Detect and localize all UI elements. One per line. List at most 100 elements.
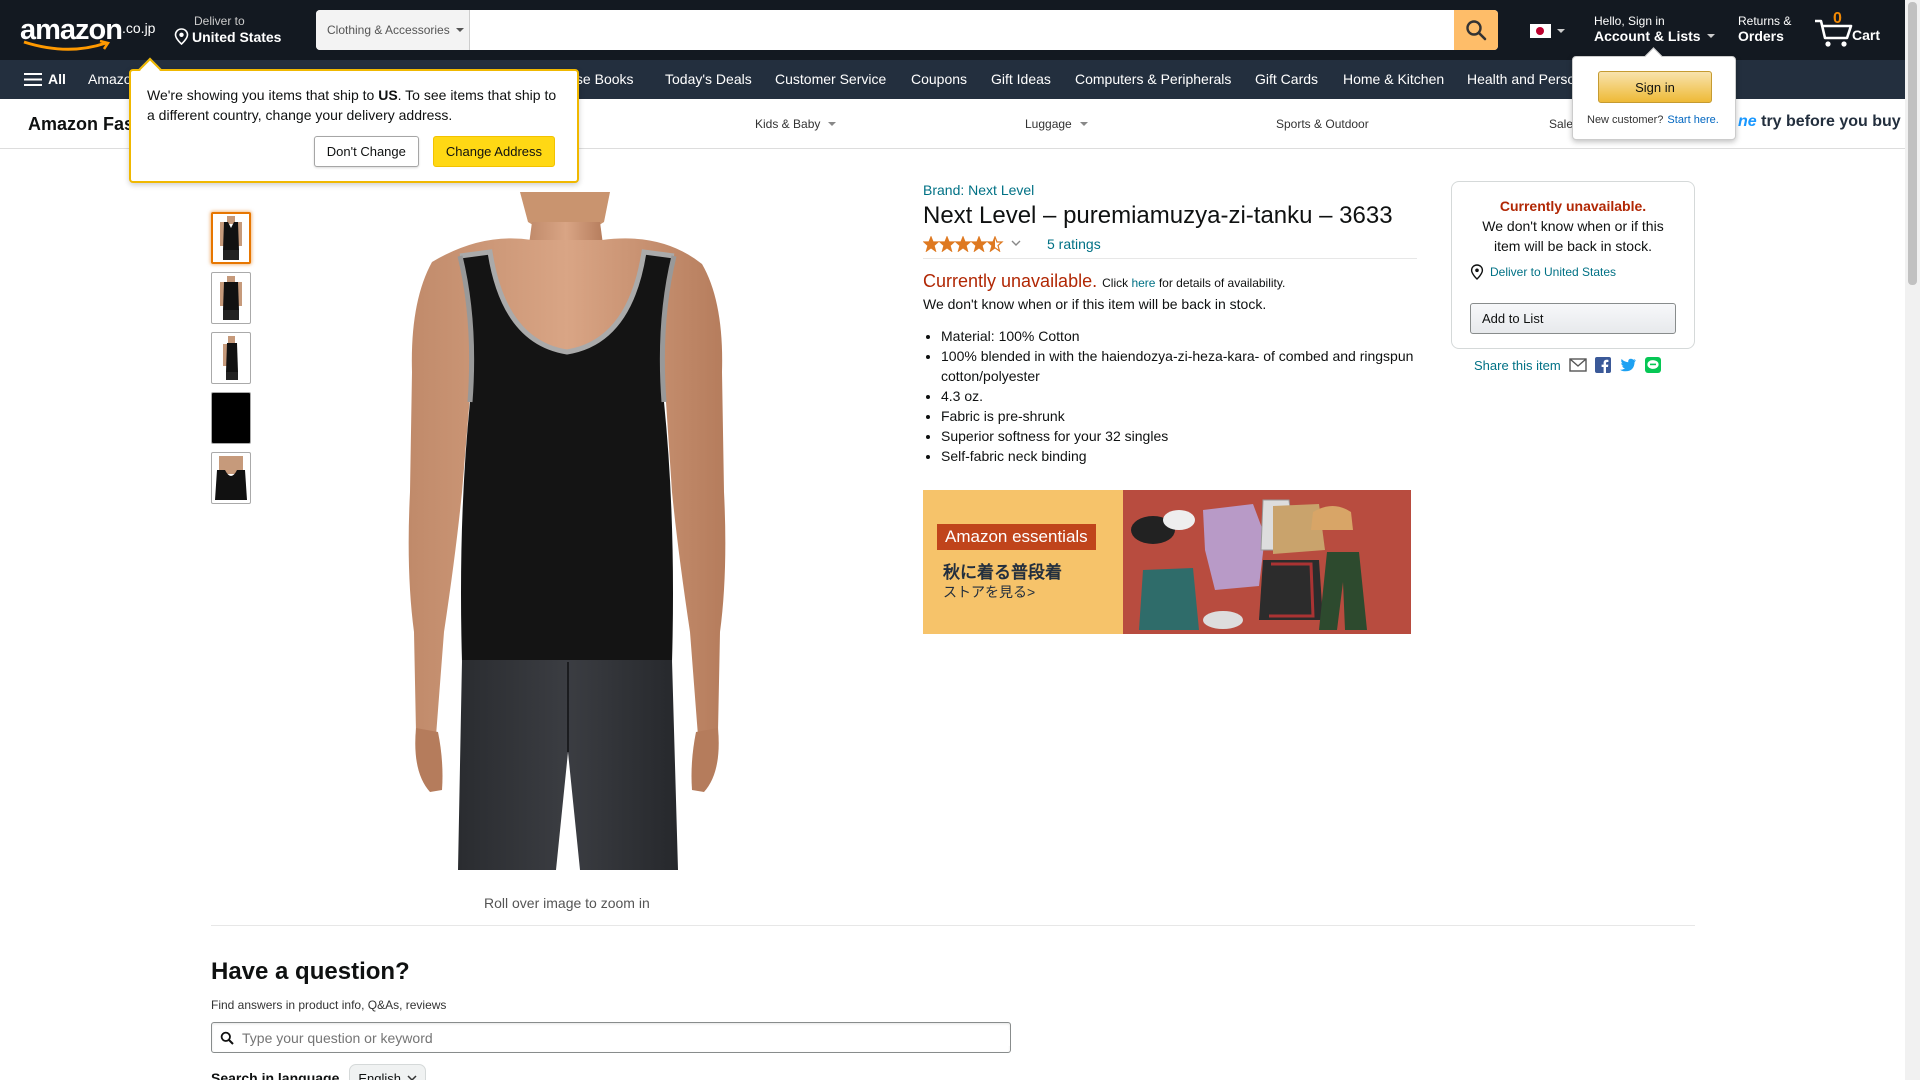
banner-line1: 秋に着る普段着	[943, 563, 1062, 582]
feature-bullet: 100% blended in with the haiendozya-zi-h…	[941, 346, 1417, 386]
store-category-kids-baby[interactable]: Kids & Baby	[755, 117, 837, 131]
buy-box: Currently unavailable. We don't know whe…	[1451, 181, 1695, 349]
buybox-note: We don't know when or if this item will …	[1482, 218, 1664, 254]
new-customer-label: New customer?	[1587, 114, 1664, 126]
brand-link[interactable]: Brand: Next Level	[923, 182, 1417, 198]
twitter-icon[interactable]	[1619, 358, 1637, 373]
subnav-item-gift-ideas[interactable]: Gift Ideas	[991, 71, 1051, 87]
chevron-down-icon	[1557, 29, 1565, 33]
share-row: Share this item	[1474, 357, 1661, 373]
prime-prefix: ne	[1738, 113, 1757, 130]
chevron-down-icon	[1011, 240, 1021, 246]
sign-in-button[interactable]: Sign in	[1598, 71, 1712, 103]
start-here-link[interactable]: Start here.	[1667, 114, 1718, 126]
all-menu-button[interactable]: All	[24, 71, 66, 87]
orders-label: Orders	[1738, 28, 1784, 44]
returns-and-orders[interactable]: Returns & Orders	[1738, 14, 1791, 44]
new-customer-row: New customer? Start here.	[1587, 114, 1719, 126]
thumbnail-5[interactable]	[211, 452, 251, 504]
dont-change-button[interactable]: Don't Change	[313, 136, 419, 167]
search-language-label: Search in language	[211, 1070, 340, 1080]
facebook-icon[interactable]	[1594, 357, 1611, 373]
feature-bullet: Fabric is pre-shrunk	[941, 406, 1417, 426]
subnav-item-gift-cards[interactable]: Gift Cards	[1255, 71, 1318, 87]
feature-bullet: 4.3 oz.	[941, 386, 1417, 406]
subnav-item-computers[interactable]: Computers & Peripherals	[1075, 71, 1231, 87]
search-icon	[220, 1031, 234, 1045]
top-navigation-bar: amazon .co.jp Deliver to United States C…	[0, 0, 1920, 60]
tank-top-detail-thumbnail-icon	[215, 456, 247, 500]
prime-try-before-you-buy[interactable]: ne try before you buy	[1738, 113, 1901, 131]
availability-note: We don't know when or if this item will …	[923, 296, 1267, 312]
category-label: Luggage	[1025, 117, 1072, 131]
shipping-notice-popover: We're showing you items that ship to US.…	[129, 69, 579, 183]
all-menu-label: All	[48, 71, 66, 87]
email-icon[interactable]	[1569, 358, 1587, 372]
account-and-lists[interactable]: Hello, Sign in Account & Lists	[1594, 14, 1715, 44]
msg-country: US	[378, 87, 398, 103]
prime-text: try before you buy	[1761, 113, 1901, 130]
question-search-box	[211, 1022, 1011, 1053]
thumbnail-4[interactable]	[211, 392, 251, 444]
search-input[interactable]	[470, 10, 1454, 50]
details-text: for details of availability.	[1158, 276, 1286, 290]
change-address-button[interactable]: Change Address	[432, 136, 555, 167]
sign-in-popover: Sign in New customer? Start here.	[1572, 56, 1736, 140]
account-greeting: Hello, Sign in	[1594, 14, 1665, 28]
page-scrollbar[interactable]	[1905, 0, 1920, 1080]
product-title: Next Level – puremiamuzya-zi-tanku – 363…	[923, 202, 1393, 229]
click-text: Click	[1102, 276, 1129, 290]
availability-status: Currently unavailable. Click here for de…	[923, 271, 1417, 292]
deliver-to-location[interactable]: Deliver to United States	[174, 14, 281, 45]
thumbnail-2[interactable]	[211, 272, 251, 324]
subnav-item-home-kitchen[interactable]: Home & Kitchen	[1343, 71, 1444, 87]
here-link[interactable]: here	[1131, 276, 1155, 290]
chevron-down-icon	[1706, 34, 1715, 38]
tank-top-back-thumbnail-icon	[220, 276, 242, 320]
buybox-deliver-label: Deliver to United States	[1490, 265, 1617, 279]
question-subtitle: Find answers in product info, Q&As, revi…	[211, 998, 447, 1012]
search-bar: Clothing & Accessories	[316, 10, 1498, 50]
ratings-count-link[interactable]: 5 ratings	[1047, 236, 1101, 252]
clothing-collage-image	[1123, 490, 1411, 634]
account-row: Account & Lists	[1594, 28, 1715, 44]
deliver-label: Deliver to	[194, 14, 245, 28]
line-app-icon[interactable]	[1644, 357, 1661, 373]
chevron-down-icon	[455, 28, 464, 32]
amazon-essentials-banner[interactable]: Amazon essentials 秋に着る普段着 ストアを見る>	[923, 490, 1411, 634]
chevron-down-icon	[828, 122, 837, 126]
thumbnail-3[interactable]	[211, 332, 251, 384]
add-to-list-button[interactable]: Add to List	[1470, 303, 1676, 334]
fabric-swatch-icon	[212, 398, 250, 438]
subnav-item-coupons[interactable]: Coupons	[911, 71, 967, 87]
subnav-item-customer-service[interactable]: Customer Service	[775, 71, 886, 87]
scrollbar-thumb[interactable]	[1908, 2, 1917, 285]
chevron-down-icon	[407, 1075, 417, 1080]
search-button[interactable]	[1454, 10, 1498, 50]
buybox-unavailable: Currently unavailable.	[1499, 198, 1647, 214]
thumbnail-1[interactable]	[211, 212, 251, 264]
subnav-item-todays-deals[interactable]: Today's Deals	[665, 71, 752, 87]
feature-bullets: Material: 100% Cotton 100% blended in wi…	[923, 326, 1417, 466]
search-language-select[interactable]: English	[349, 1064, 427, 1080]
banner-line2: ストアを見る>	[943, 584, 1036, 600]
store-category-sports[interactable]: Sports & Outdoor	[1276, 117, 1369, 131]
search-category-select[interactable]: Clothing & Accessories	[316, 10, 470, 50]
feature-bullet: Superior softness for your 32 singles	[941, 426, 1417, 446]
cart-button[interactable]: 0 Cart	[1812, 10, 1884, 50]
main-product-image[interactable]	[372, 192, 762, 870]
amazon-logo[interactable]: amazon .co.jp	[20, 12, 158, 51]
logo-smile-icon	[23, 40, 111, 51]
store-category-sale[interactable]: Sale	[1549, 117, 1573, 131]
star-rating[interactable]	[923, 236, 1023, 252]
language-country-selector[interactable]	[1530, 24, 1565, 38]
location-pin-icon	[1470, 264, 1484, 280]
page: amazon .co.jp Deliver to United States C…	[0, 0, 1920, 1080]
store-category-luggage[interactable]: Luggage	[1025, 117, 1088, 131]
hamburger-menu-icon	[24, 72, 42, 86]
question-search-input[interactable]	[242, 1029, 1010, 1046]
buybox-deliver-to[interactable]: Deliver to United States	[1470, 264, 1676, 280]
category-label: Kids & Baby	[755, 117, 821, 131]
rating-row: 5 ratings	[923, 236, 1417, 259]
returns-label: Returns &	[1738, 14, 1792, 28]
